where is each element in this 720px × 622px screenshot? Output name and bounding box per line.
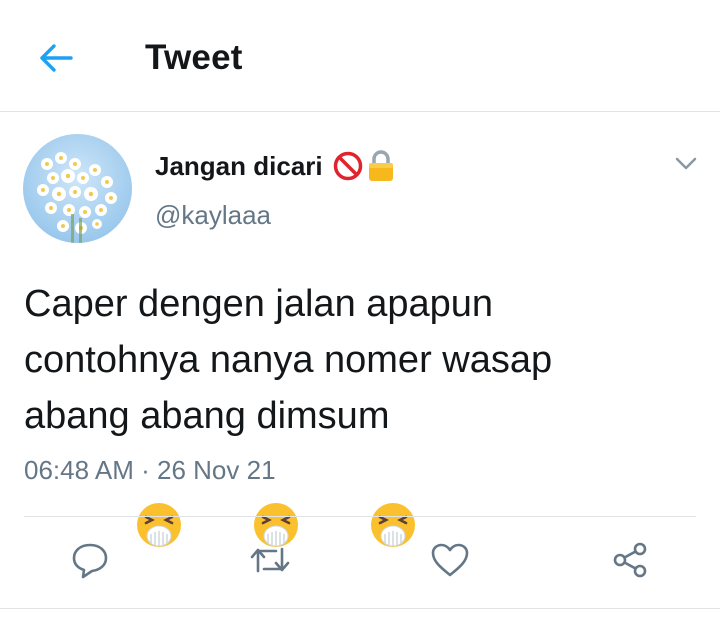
tweet-actions: [0, 530, 720, 594]
arrow-left-icon: [40, 44, 73, 72]
tweet-options-button[interactable]: [670, 150, 702, 178]
avatar-image: [23, 134, 132, 243]
retweet-button[interactable]: [240, 530, 300, 590]
tweet-date: 26 Nov 21: [157, 455, 276, 485]
tweet-line: abang abang dimsum: [24, 395, 390, 437]
share-icon: [613, 542, 647, 578]
top-bar: Tweet: [0, 0, 720, 112]
meta-separator: ·: [141, 455, 150, 485]
avatar[interactable]: [23, 134, 132, 243]
back-button[interactable]: [34, 36, 78, 80]
name-badges: [333, 150, 395, 182]
retweet-icon: [250, 547, 290, 573]
author-name-row[interactable]: Jangan dicari: [155, 150, 395, 182]
divider: [24, 516, 696, 517]
tweet-line: Caper dengen jalan apapun: [24, 283, 494, 325]
share-button[interactable]: [600, 530, 660, 590]
tweet-time: 06:48 AM: [24, 455, 134, 485]
page-title: Tweet: [145, 38, 243, 77]
like-icon: [431, 543, 469, 577]
no-entry-icon: [333, 151, 362, 181]
reply-icon: [72, 543, 108, 579]
lock-icon: [368, 150, 393, 181]
tweet-timestamp: 06:48 AM · 26 Nov 21: [24, 455, 276, 486]
divider: [0, 608, 720, 609]
chevron-down-icon: [675, 157, 697, 170]
reply-button[interactable]: [60, 530, 120, 590]
author-handle[interactable]: @kaylaaa: [155, 200, 271, 231]
author-name: Jangan dicari: [155, 150, 323, 181]
tweet-line: contohnya nanya nomer wasap: [24, 339, 553, 381]
like-button[interactable]: [420, 530, 480, 590]
